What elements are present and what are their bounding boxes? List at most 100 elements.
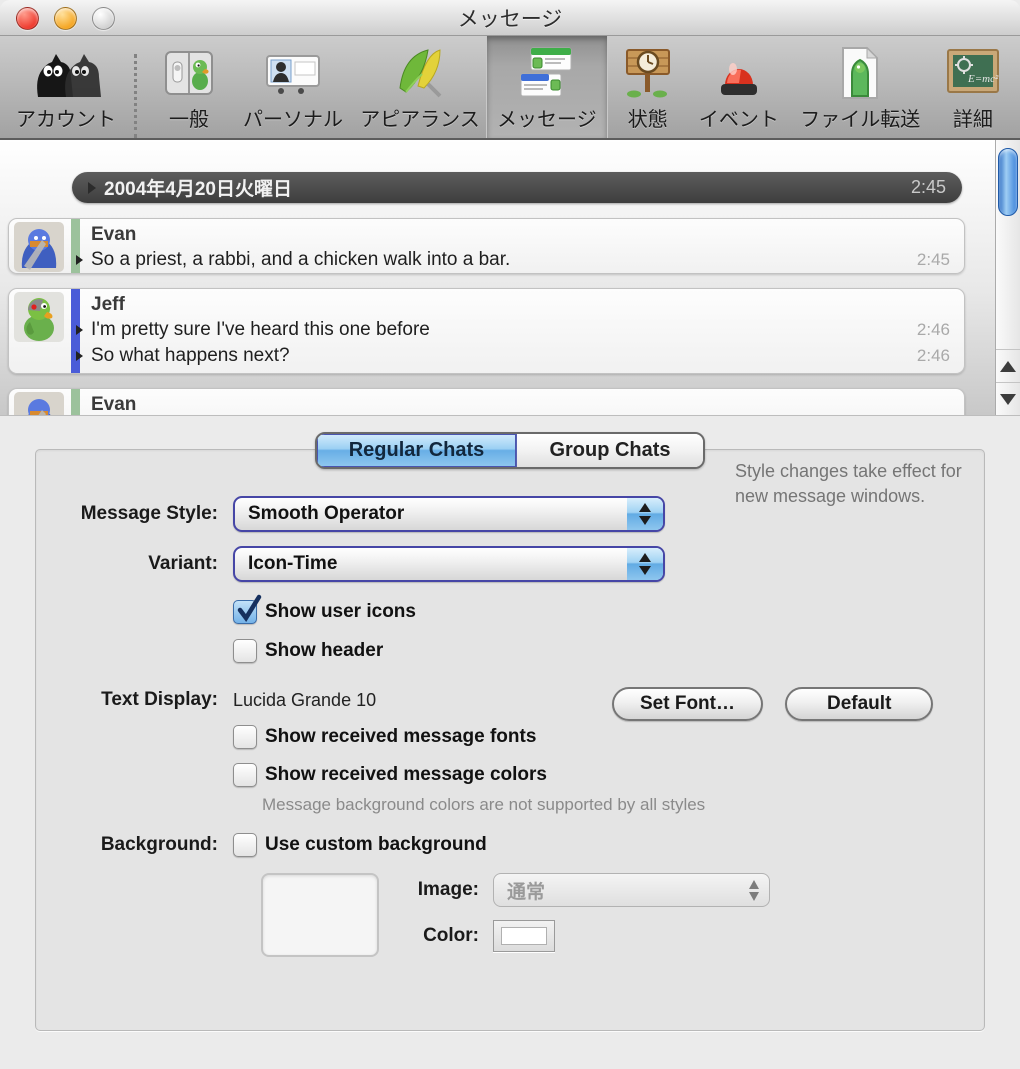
toolbar-item-appearance[interactable]: アピアランス <box>353 36 487 138</box>
background-image-well[interactable] <box>261 873 379 957</box>
toolbar-item-messages[interactable]: メッセージ <box>486 36 607 138</box>
tab-group-chats[interactable]: Group Chats <box>517 434 703 467</box>
disclosure-triangle-icon <box>88 181 96 194</box>
messages-chat-icon <box>519 44 575 101</box>
vertical-scrollbar[interactable] <box>995 140 1020 415</box>
arrow-up-icon <box>1000 360 1016 372</box>
close-button[interactable] <box>16 7 39 30</box>
title-bar: メッセージ <box>0 0 1020 36</box>
toolbar-item-general[interactable]: 一般 <box>145 36 233 138</box>
background-colors-note: Message background colors are not suppor… <box>262 795 706 814</box>
show-received-colors-checkbox[interactable] <box>233 763 257 787</box>
events-siren-icon <box>713 44 765 101</box>
appearance-feathers-icon <box>392 44 448 101</box>
general-prefs-icon <box>164 44 214 101</box>
date-header-time: 2:45 <box>910 177 946 197</box>
avatar-evan <box>14 222 64 272</box>
use-custom-background-checkbox[interactable] <box>233 833 257 857</box>
message-text: So what happens next? <box>91 345 290 366</box>
popup-stepper-icon <box>627 548 663 580</box>
background-color-well[interactable] <box>493 920 555 952</box>
scroll-up-button[interactable] <box>996 349 1020 382</box>
popup-stepper-icon <box>739 874 769 906</box>
toolbar-label-file-transfer: ファイル転送 <box>800 109 921 131</box>
message-style-popup[interactable]: Smooth Operator <box>233 496 665 532</box>
date-header-text: 2004年4月20日火曜日 <box>104 179 292 200</box>
message-marker-icon <box>76 255 83 265</box>
toolbar-item-accounts[interactable]: アカウント <box>6 36 126 138</box>
variant-value: Icon-Time <box>248 553 338 574</box>
toolbar-label-status: 状態 <box>627 109 668 131</box>
settings-panel: Regular Chats Group Chats Style changes … <box>0 416 1020 1069</box>
svg-text:E=mc²: E=mc² <box>967 73 999 85</box>
default-button[interactable]: Default <box>785 687 934 721</box>
background-label: Background: <box>100 834 218 855</box>
toolbar-item-events[interactable]: イベント <box>689 36 789 138</box>
show-received-fonts-label: Show received message fonts <box>265 726 537 747</box>
status-sign-icon <box>622 44 674 101</box>
checkmark-icon <box>237 594 262 622</box>
show-received-colors-label: Show received message colors <box>265 764 547 785</box>
preferences-window: メッセージ アカウント 一般 パーソナル アピアランス メッセージ 状態 イベン… <box>0 0 1020 1069</box>
advanced-chalkboard-icon: E=mc² <box>946 44 1000 101</box>
preferences-toolbar: アカウント 一般 パーソナル アピアランス メッセージ 状態 イベント ファイル… <box>0 36 1020 140</box>
message-time: 2:46 <box>916 320 950 339</box>
scroll-down-button[interactable] <box>996 382 1020 415</box>
tab-regular-chats[interactable]: Regular Chats <box>317 434 517 467</box>
arrow-down-icon <box>1000 393 1016 405</box>
message-row: Evan <box>8 388 965 415</box>
show-user-icons-label: Show user icons <box>265 601 416 622</box>
color-swatch <box>501 927 547 945</box>
toolbar-item-status[interactable]: 状態 <box>607 36 689 138</box>
variant-popup[interactable]: Icon-Time <box>233 546 665 582</box>
message-marker-icon <box>76 351 83 361</box>
toolbar-label-messages: メッセージ <box>496 109 597 131</box>
current-font-value: Lucida Grande 10 <box>233 689 377 710</box>
toolbar-separator <box>134 54 137 138</box>
zoom-button[interactable] <box>92 7 115 30</box>
personal-card-icon <box>265 44 321 101</box>
toolbar-item-file-transfer[interactable]: ファイル転送 <box>789 36 932 138</box>
accounts-ducks-icon <box>30 44 102 101</box>
date-group-header[interactable]: 2004年4月20日火曜日 2:45 <box>72 172 962 203</box>
chat-type-tabs: Regular Chats Group Chats <box>315 432 705 469</box>
popup-stepper-icon <box>627 498 663 530</box>
message-time: 2:46 <box>916 346 950 365</box>
toolbar-item-advanced[interactable]: E=mc² 詳細 <box>932 36 1014 138</box>
avatar-jeff <box>14 292 64 342</box>
toolbar-label-advanced: 詳細 <box>952 109 993 131</box>
sender-name: Evan <box>91 224 137 245</box>
show-received-fonts-checkbox[interactable] <box>233 725 257 749</box>
message-time: 2:45 <box>916 250 950 269</box>
message-style-value: Smooth Operator <box>248 503 405 524</box>
text-display-label: Text Display: <box>101 689 218 710</box>
background-image-value: 通常 <box>507 881 546 903</box>
message-preview-pane: 2004年4月20日火曜日 2:45 Evan So a priest, a r… <box>0 140 1020 416</box>
toolbar-item-personal[interactable]: パーソナル <box>233 36 353 138</box>
image-label: Image: <box>417 879 479 900</box>
avatar-evan <box>14 392 64 415</box>
color-label: Color: <box>423 925 479 946</box>
toolbar-label-personal: パーソナル <box>242 109 343 131</box>
sender-color-stripe <box>71 389 80 415</box>
show-user-icons-checkbox[interactable] <box>233 594 262 624</box>
message-marker-icon <box>76 325 83 335</box>
set-font-button[interactable]: Set Font… <box>612 687 763 721</box>
toolbar-label-general: 一般 <box>168 109 209 131</box>
toolbar-label-events: イベント <box>698 109 779 131</box>
message-style-label: Message Style: <box>80 503 218 524</box>
minimize-button[interactable] <box>54 7 77 30</box>
scrollbar-thumb[interactable] <box>998 148 1018 216</box>
variant-label: Variant: <box>148 553 218 574</box>
message-row: Evan So a priest, a rabbi, and a chicken… <box>8 218 965 274</box>
file-transfer-duck-icon <box>835 44 885 101</box>
message-text: I'm pretty sure I've heard this one befo… <box>91 319 430 340</box>
sender-name: Jeff <box>91 294 125 315</box>
message-row: Jeff I'm pretty sure I've heard this one… <box>8 288 965 374</box>
use-custom-background-label: Use custom background <box>265 834 487 855</box>
window-title: メッセージ <box>457 7 563 31</box>
toolbar-label-accounts: アカウント <box>16 109 116 131</box>
background-image-popup[interactable]: 通常 <box>493 873 770 907</box>
toolbar-label-appearance: アピアランス <box>360 109 480 131</box>
show-header-checkbox[interactable] <box>233 639 257 663</box>
